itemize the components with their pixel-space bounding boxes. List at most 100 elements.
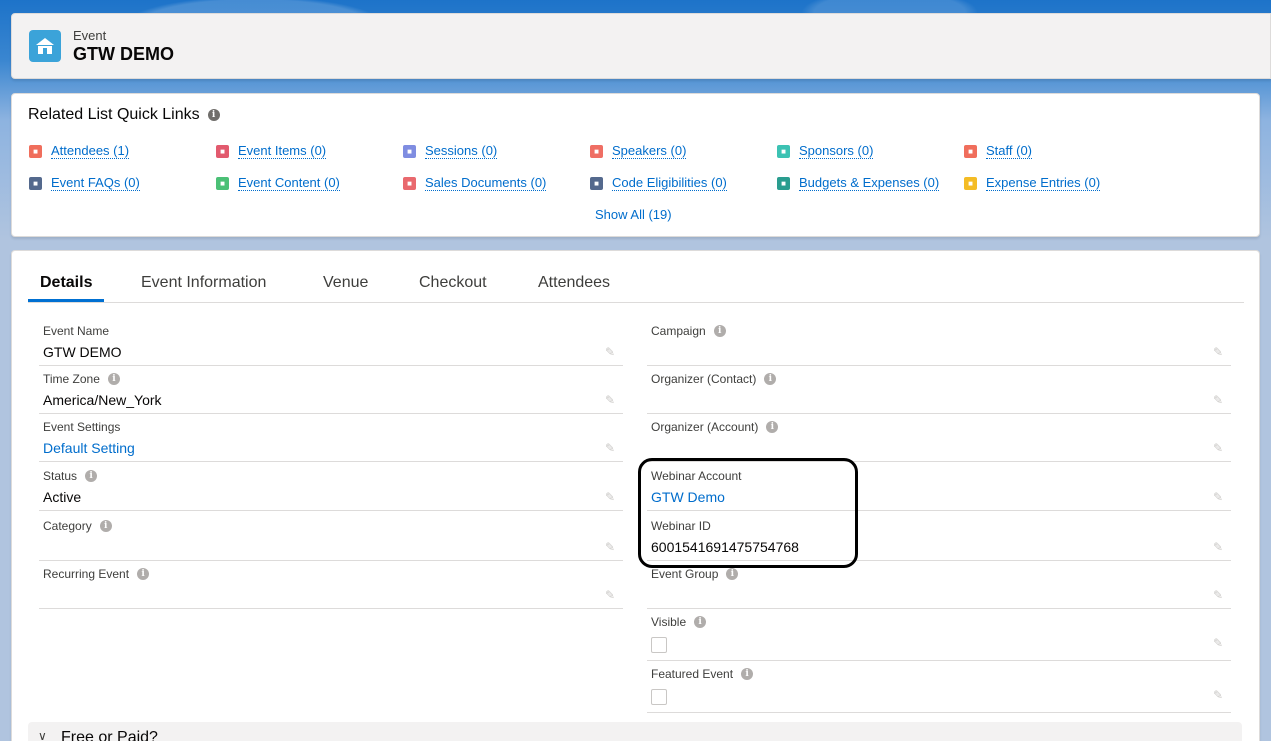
field-visible: Visible i ✎ [647, 609, 1231, 661]
field-label-text: Recurring Event [43, 567, 130, 581]
info-icon[interactable]: i [726, 568, 739, 580]
checkbox[interactable] [651, 689, 667, 705]
quick-link-label[interactable]: Event Items (0) [238, 144, 327, 159]
info-icon[interactable]: i [741, 668, 754, 680]
info-icon[interactable]: i [99, 520, 112, 532]
info-icon[interactable]: i [137, 568, 150, 580]
field-label-text: Organizer (Contact) [651, 372, 757, 386]
speakers-icon: ■ [590, 145, 603, 158]
wrench-icon: ■ [590, 177, 603, 190]
related-list-quick-links: Related List Quick Links i ■ Attendees (1… [11, 93, 1260, 237]
expense-icon: ■ [964, 177, 977, 190]
field-label-text: Status [43, 469, 78, 483]
field-value: GTW DEMO [43, 344, 122, 360]
edit-pencil-icon[interactable]: ✎ [605, 394, 617, 406]
active-tab-indicator [28, 299, 104, 302]
quick-link-item[interactable]: ■ Sessions (0) [403, 144, 498, 159]
quick-link-label[interactable]: Sponsors (0) [799, 144, 874, 159]
edit-pencil-icon[interactable]: ✎ [1213, 394, 1225, 406]
quick-link-item[interactable]: ■ Event Content (0) [216, 176, 340, 191]
quick-link-label[interactable]: Event Content (0) [238, 176, 340, 191]
field-label: Campaign i [651, 324, 726, 338]
quick-link-label[interactable]: Speakers (0) [612, 144, 687, 159]
quick-link-label[interactable]: Staff (0) [986, 144, 1033, 159]
field-label: Featured Event i [651, 667, 754, 681]
object-type-label: Event [73, 28, 107, 43]
field-organizer-account: Organizer (Account) i ✎ [647, 414, 1231, 462]
quick-link-label[interactable]: Budgets & Expenses (0) [799, 176, 940, 191]
attendees-icon: ■ [29, 145, 42, 158]
checkbox[interactable] [651, 637, 667, 653]
tab-details[interactable]: Details [40, 274, 92, 292]
wrench-icon: ■ [29, 177, 42, 190]
quick-link-item[interactable]: ■ Budgets & Expenses (0) [777, 176, 940, 191]
info-icon[interactable]: i [107, 373, 120, 385]
field-label: Organizer (Account) i [651, 420, 779, 434]
field-value[interactable]: Default Setting [43, 440, 135, 456]
quick-link-item[interactable]: ■ Expense Entries (0) [964, 176, 1101, 191]
info-icon[interactable]: i [694, 616, 707, 628]
tab-event-information[interactable]: Event Information [141, 274, 266, 292]
quick-links-title: Related List Quick Links i [28, 106, 220, 124]
info-icon[interactable]: i [713, 325, 726, 337]
quick-link-item[interactable]: ■ Sponsors (0) [777, 144, 874, 159]
field-label: Recurring Event i [43, 567, 150, 581]
quick-link-item[interactable]: ■ Sales Documents (0) [403, 176, 547, 191]
section-free-or-paid[interactable]: ∨ Free or Paid? [28, 722, 1242, 741]
edit-pencil-icon[interactable]: ✎ [1213, 541, 1225, 553]
tab-venue[interactable]: Venue [323, 274, 368, 292]
annotation-highlight-box [638, 458, 858, 568]
info-icon[interactable]: i [85, 470, 98, 482]
edit-pencil-icon[interactable]: ✎ [1213, 491, 1225, 503]
quick-link-label[interactable]: Expense Entries (0) [986, 176, 1101, 191]
edit-pencil-icon[interactable]: ✎ [1213, 346, 1225, 358]
quick-link-label[interactable]: Sales Documents (0) [425, 176, 547, 191]
page-title: GTW DEMO [73, 44, 174, 64]
quick-link-item[interactable]: ■ Speakers (0) [590, 144, 687, 159]
quick-link-label[interactable]: Attendees (1) [51, 144, 130, 159]
field-label-text: Visible [651, 615, 687, 629]
field-campaign: Campaign i ✎ [647, 318, 1231, 366]
info-icon[interactable]: i [207, 109, 220, 121]
edit-pencil-icon[interactable]: ✎ [1213, 589, 1225, 601]
edit-pencil-icon[interactable]: ✎ [605, 541, 617, 553]
edit-pencil-icon[interactable]: ✎ [605, 491, 617, 503]
quick-link-item[interactable]: ■ Attendees (1) [29, 144, 130, 159]
field-time-zone: Time Zone i America/New_York ✎ [39, 366, 623, 414]
field-event-group: Event Group i ✎ [647, 561, 1231, 609]
field-label: Status i [43, 469, 98, 483]
info-icon[interactable]: i [764, 373, 777, 385]
quick-link-item[interactable]: ■ Event Items (0) [216, 144, 327, 159]
edit-pencil-icon[interactable]: ✎ [1213, 637, 1225, 649]
sponsors-icon: ■ [777, 145, 790, 158]
field-status: Status i Active ✎ [39, 463, 623, 511]
quick-link-label[interactable]: Event FAQs (0) [51, 176, 140, 191]
field-label-text: Campaign [651, 324, 706, 338]
quick-link-label[interactable]: Sessions (0) [425, 144, 498, 159]
field-label: Time Zone i [43, 372, 120, 386]
edit-pencil-icon[interactable]: ✎ [1213, 689, 1225, 701]
field-label: Event Settings [43, 420, 120, 434]
budget-icon: ■ [777, 177, 790, 190]
quick-link-item[interactable]: ■ Event FAQs (0) [29, 176, 140, 191]
sessions-icon: ■ [403, 145, 416, 158]
content-icon: ■ [216, 177, 229, 190]
edit-pencil-icon[interactable]: ✎ [605, 442, 617, 454]
field-label: Organizer (Contact) i [651, 372, 777, 386]
section-title: Free or Paid? [61, 729, 158, 741]
event-items-icon: ■ [216, 145, 229, 158]
tab-bar: Details Event Information Venue Checkout… [28, 251, 1244, 303]
quick-link-item[interactable]: ■ Code Eligibilities (0) [590, 176, 727, 191]
tab-attendees[interactable]: Attendees [538, 274, 610, 292]
field-label-text: Featured Event [651, 667, 734, 681]
show-all-link[interactable]: Show All (19) [595, 207, 672, 222]
field-label-text: Time Zone [43, 372, 100, 386]
quick-link-label[interactable]: Code Eligibilities (0) [612, 176, 727, 191]
quick-link-item[interactable]: ■ Staff (0) [964, 144, 1033, 159]
info-icon[interactable]: i [766, 421, 779, 433]
tab-checkout[interactable]: Checkout [419, 274, 487, 292]
edit-pencil-icon[interactable]: ✎ [605, 589, 617, 601]
field-label-text: Event Name [43, 324, 110, 338]
edit-pencil-icon[interactable]: ✎ [605, 346, 617, 358]
edit-pencil-icon[interactable]: ✎ [1213, 442, 1225, 454]
